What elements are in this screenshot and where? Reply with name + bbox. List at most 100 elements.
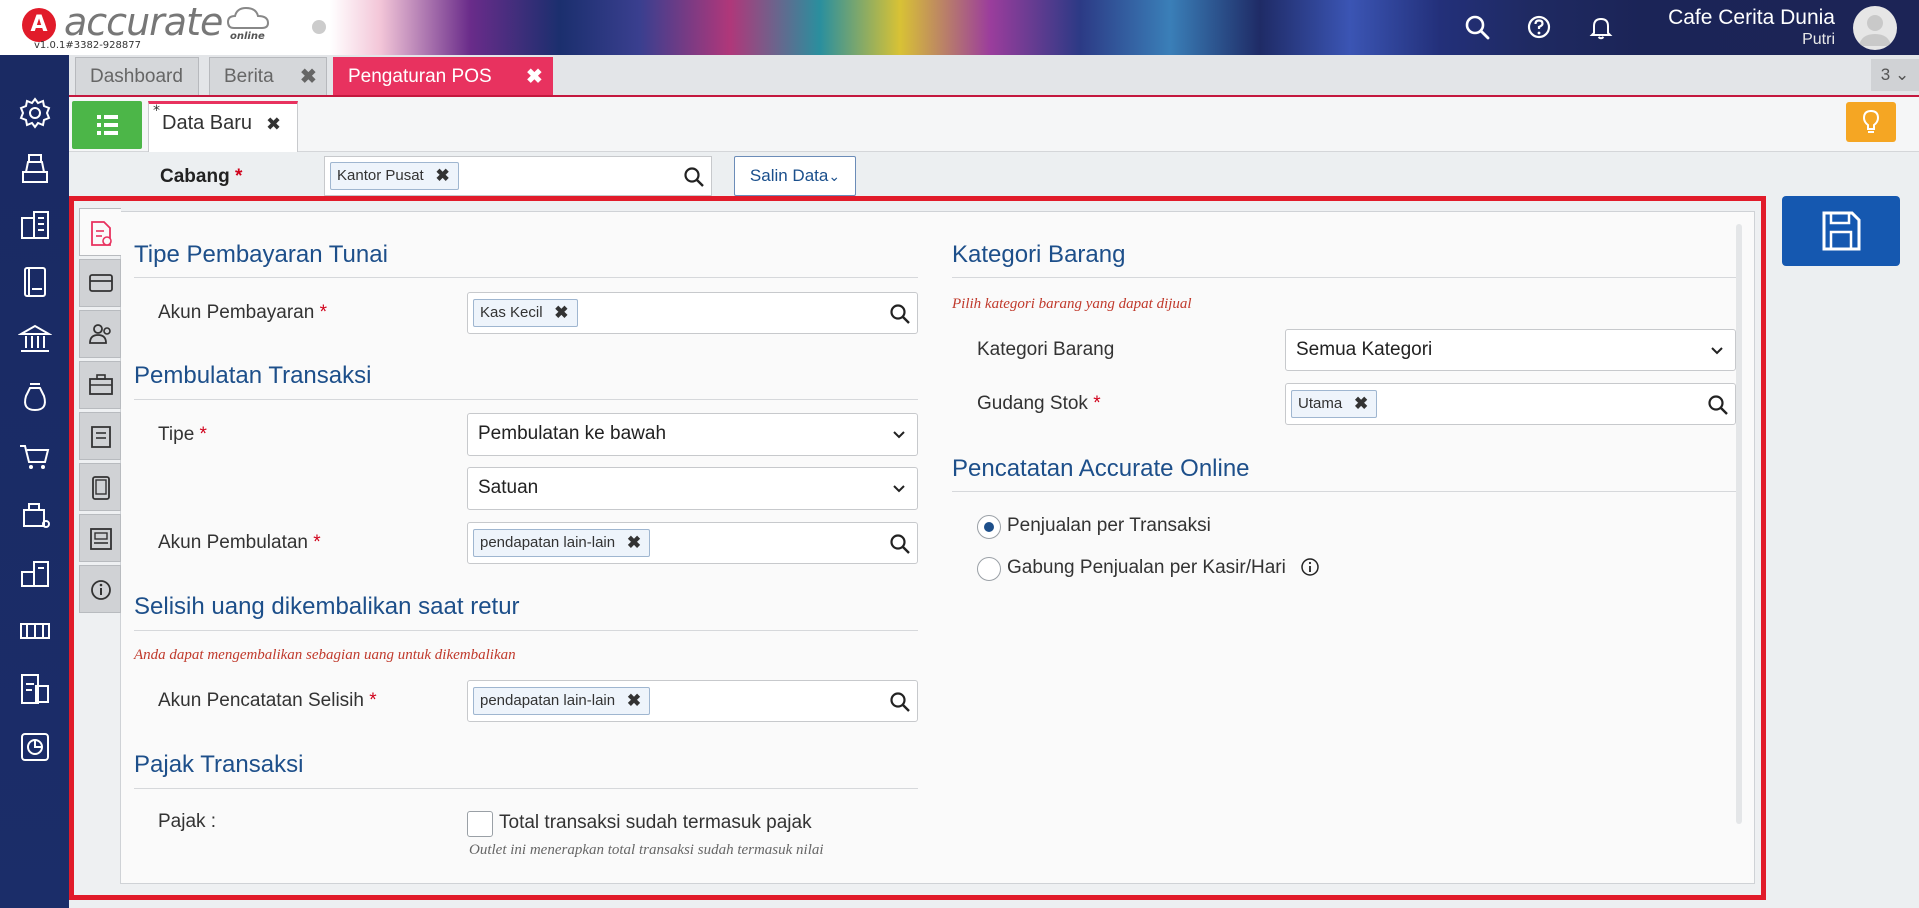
chevron-down-icon <box>1711 347 1723 355</box>
kategori-barang-label: Kategori Barang <box>977 339 1115 360</box>
list-icon <box>97 115 118 135</box>
money-bag-icon[interactable] <box>18 380 52 414</box>
vtab-info[interactable] <box>79 565 121 613</box>
akun-selisih-chip: pendapatan lain-lain ✖ <box>473 687 651 715</box>
label-text: Akun Pencatatan Selisih <box>158 690 364 711</box>
tipe-pembulatan-select[interactable]: Pembulatan ke bawah <box>467 413 918 456</box>
save-button[interactable] <box>1782 196 1900 266</box>
section-title-pembulatan: Pembulatan Transaksi <box>134 362 372 389</box>
radio-penjualan-per-transaksi[interactable] <box>977 515 1001 539</box>
gudang-stok-field[interactable]: Utama ✖ <box>1285 383 1736 425</box>
close-icon[interactable]: ✖ <box>300 58 317 96</box>
kategori-hint: Pilih kategori barang yang dapat dijual <box>952 296 1192 312</box>
chevron-down-icon <box>893 485 905 493</box>
radio-label[interactable]: Gabung Penjualan per Kasir/Hari <box>1007 557 1286 579</box>
help-icon[interactable] <box>1526 14 1552 40</box>
salin-data-button[interactable]: Salin Data⌄ <box>734 156 856 196</box>
gear-icon[interactable] <box>18 96 52 130</box>
search-icon[interactable] <box>683 166 705 188</box>
tab-pengaturan-pos[interactable]: Pengaturan POS ✖ <box>333 57 553 95</box>
sub-toolbar <box>69 97 1919 152</box>
vtab-briefcase[interactable] <box>79 361 121 409</box>
akun-pembayaran-field[interactable]: Kas Kecil ✖ <box>467 292 918 334</box>
document-icon <box>91 221 112 246</box>
search-icon[interactable] <box>889 533 911 555</box>
vtab-device[interactable] <box>79 463 121 511</box>
tab-label: Dashboard <box>90 66 183 87</box>
cash-register-icon[interactable] <box>18 152 52 186</box>
cabang-chip: Kantor Pusat ✖ <box>330 162 459 190</box>
inventory-icon[interactable] <box>18 556 52 590</box>
cloud-icon <box>226 6 270 29</box>
remove-chip-icon[interactable]: ✖ <box>627 530 641 556</box>
section-title-selisih: Selisih uang dikembalikan saat retur <box>134 593 520 620</box>
radio-label[interactable]: Penjualan per Transaksi <box>1007 515 1211 537</box>
kategori-barang-select[interactable]: Semua Kategori <box>1285 329 1736 371</box>
logo-subtitle: online <box>230 31 265 42</box>
akun-selisih-field[interactable]: pendapatan lain-lain ✖ <box>467 680 918 722</box>
manufacturing-icon[interactable] <box>18 614 52 648</box>
search-icon[interactable] <box>1464 14 1490 40</box>
tab-dashboard[interactable]: Dashboard <box>75 57 199 95</box>
label-text: Akun Pembulatan <box>158 532 308 553</box>
building-icon[interactable] <box>18 208 52 242</box>
bell-icon[interactable] <box>1588 14 1614 40</box>
info-icon[interactable] <box>1300 557 1320 577</box>
payment-icon <box>89 274 113 292</box>
tab-count-label: 3 <box>1880 65 1891 84</box>
top-header: A accurate online v1.0.1#3382-928877 Caf… <box>0 0 1919 55</box>
tips-button[interactable] <box>1846 102 1896 142</box>
list-view-button[interactable] <box>72 101 142 149</box>
search-icon[interactable] <box>889 691 911 713</box>
logo-wordmark: accurate <box>64 0 223 44</box>
akun-pembulatan-field[interactable]: pendapatan lain-lain ✖ <box>467 522 918 564</box>
pajak-checkbox[interactable] <box>467 811 493 837</box>
remove-chip-icon[interactable]: ✖ <box>435 163 449 189</box>
company-name[interactable]: Cafe Cerita Dunia <box>1668 6 1835 30</box>
required-marker: * <box>199 424 207 445</box>
cabang-field[interactable]: Kantor Pusat ✖ <box>324 156 712 196</box>
version-label: v1.0.1#3382-928877 <box>34 40 141 51</box>
modified-marker: * <box>153 103 160 119</box>
users-icon <box>89 324 111 344</box>
panel-scrollbar[interactable] <box>1736 224 1742 824</box>
settings-panel <box>120 211 1755 884</box>
remove-chip-icon[interactable]: ✖ <box>554 300 568 326</box>
search-icon[interactable] <box>889 303 911 325</box>
vtab-payment[interactable] <box>79 259 121 307</box>
report-icon[interactable] <box>18 730 52 764</box>
bank-icon[interactable] <box>18 322 52 356</box>
ledger-icon[interactable] <box>18 265 52 299</box>
select-value: Satuan <box>478 477 539 498</box>
tab-label: Berita <box>224 66 274 87</box>
remove-chip-icon[interactable]: ✖ <box>1354 391 1368 417</box>
cabang-label: Cabang * <box>160 166 242 188</box>
tab-berita[interactable]: Berita ✖ <box>209 57 327 95</box>
gudang-stok-label: Gudang Stok * <box>977 393 1101 415</box>
vtab-receipt[interactable] <box>79 412 121 460</box>
search-icon[interactable] <box>1707 394 1729 416</box>
close-icon[interactable]: ✖ <box>526 58 543 96</box>
tax-icon[interactable] <box>18 672 52 706</box>
info-icon <box>91 580 111 600</box>
required-marker: * <box>234 166 243 187</box>
avatar[interactable] <box>1853 6 1897 50</box>
purchase-icon[interactable] <box>18 498 52 532</box>
akun-selisih-label: Akun Pencatatan Selisih * <box>158 690 377 712</box>
tipe-label: Tipe * <box>158 424 207 446</box>
accurate-logo[interactable]: A <box>22 8 56 42</box>
remove-chip-icon[interactable]: ✖ <box>627 688 641 714</box>
cart-icon[interactable] <box>18 440 52 474</box>
vtab-printer[interactable] <box>79 514 121 562</box>
gudang-stok-chip: Utama ✖ <box>1291 390 1378 418</box>
pajak-checkbox-label[interactable]: Total transaksi sudah termasuk pajak <box>499 812 812 834</box>
required-marker: * <box>313 532 321 553</box>
tab-overflow-menu[interactable]: 3 ⌄ <box>1871 59 1919 91</box>
section-divider <box>134 788 918 789</box>
vtab-users[interactable] <box>79 310 121 358</box>
radio-gabung-penjualan[interactable] <box>977 557 1001 581</box>
satuan-select[interactable]: Satuan <box>467 467 918 510</box>
chip-label: pendapatan lain-lain <box>480 692 616 709</box>
close-icon[interactable]: ✖ <box>266 114 281 135</box>
vtab-general[interactable] <box>79 208 121 256</box>
